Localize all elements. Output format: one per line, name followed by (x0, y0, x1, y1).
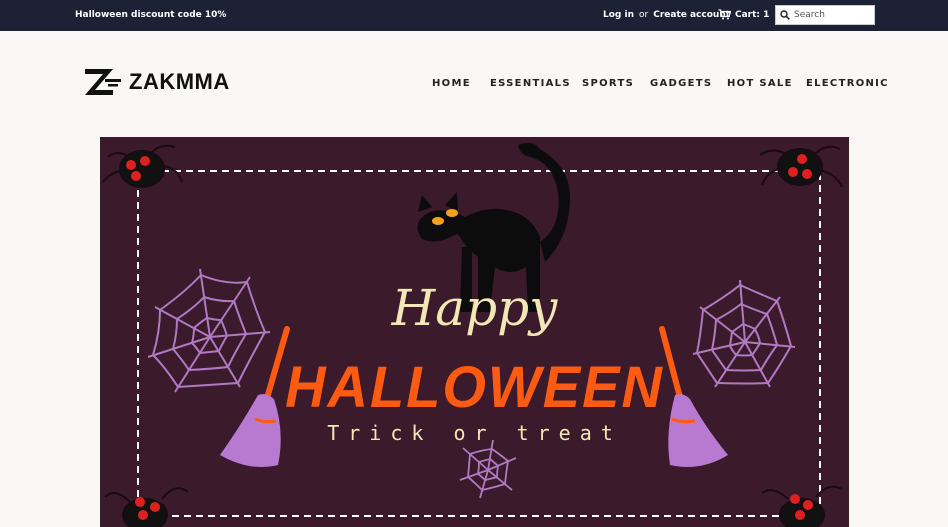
banner-halloween-text: HALLOWEEN (285, 353, 664, 420)
cart-count: Cart: 1 (735, 9, 770, 20)
nav-essentials[interactable]: ESSENTIALS (490, 78, 571, 89)
spider-top-left-icon (102, 144, 183, 188)
search-input[interactable] (794, 10, 870, 20)
nav-hot-sale[interactable]: HOT SALE (727, 78, 793, 89)
login-link[interactable]: Log in (603, 10, 634, 20)
search-box[interactable] (775, 5, 875, 25)
spiderweb-bottom-icon (459, 439, 517, 499)
cart-link[interactable]: Cart: 1 (718, 9, 769, 20)
nav-sports[interactable]: SPORTS (582, 78, 634, 89)
cart-icon (718, 9, 731, 20)
banner-happy-text: Happy (391, 279, 558, 337)
promo-text: Halloween discount code 10% (75, 10, 227, 20)
main-nav: HOME ESSENTIALS SPORTS GADGETS HOT SALE … (0, 78, 948, 92)
nav-home[interactable]: HOME (432, 78, 471, 89)
or-text: or (639, 10, 649, 20)
nav-electronic[interactable]: ELECTRONIC (806, 78, 889, 89)
announcement-bar: Halloween discount code 10% Log in or Cr… (0, 0, 948, 31)
spider-top-right-icon (759, 145, 843, 188)
account-links: Log in or Create account (603, 10, 730, 20)
search-icon (780, 10, 790, 20)
hero-banner[interactable]: Happy HALLOWEEN Trick or treat (100, 137, 849, 527)
spider-bottom-left-icon (104, 487, 189, 527)
banner-trick-text: Trick or treat (327, 421, 622, 445)
spider-bottom-right-icon (761, 485, 843, 527)
nav-gadgets[interactable]: GADGETS (650, 78, 712, 89)
